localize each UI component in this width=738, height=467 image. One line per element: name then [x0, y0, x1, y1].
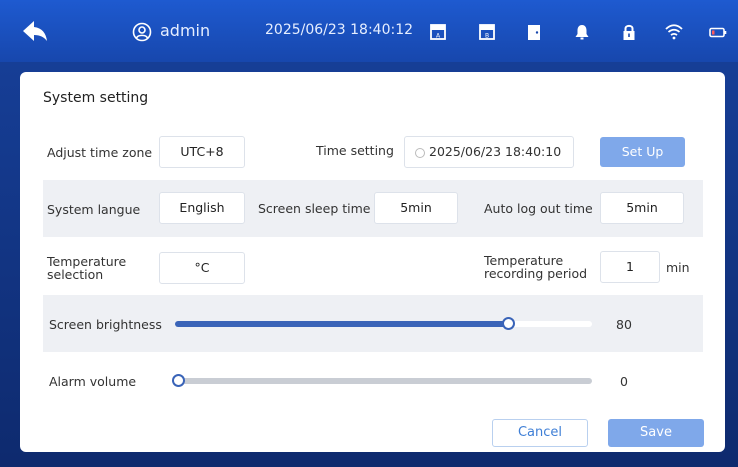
row-brightness: Screen brightness 80: [43, 295, 703, 352]
username: admin: [160, 21, 211, 40]
battery-icon: [709, 27, 727, 38]
logout-time-label: Auto log out time: [484, 201, 593, 216]
temp-period-label: Temperature recording period: [484, 254, 587, 280]
save-button[interactable]: Save: [608, 419, 704, 447]
time-setting-label: Time setting: [316, 143, 394, 158]
temp-period-input[interactable]: 1: [600, 251, 660, 283]
sleep-time-label: Screen sleep time: [258, 201, 371, 216]
system-setting-panel: System setting Adjust time zone UTC+8 Ti…: [20, 72, 725, 452]
bell-icon[interactable]: [572, 22, 592, 42]
cancel-button[interactable]: Cancel: [492, 419, 588, 447]
current-datetime: 2025/06/23 18:40:12: [265, 22, 414, 38]
back-arrow-icon[interactable]: [20, 18, 50, 44]
row-time: Adjust time zone UTC+8 Time setting 2025…: [43, 122, 703, 180]
alarm-volume-value: 0: [620, 374, 628, 389]
brightness-label: Screen brightness: [49, 317, 162, 332]
time-setting-value: 2025/06/23 18:40:10: [429, 144, 562, 159]
temp-period-label-line2: recording period: [484, 266, 588, 281]
clock-icon: [415, 147, 425, 158]
wifi-icon[interactable]: [664, 22, 684, 42]
logout-time-select[interactable]: 5min: [600, 192, 684, 224]
language-select[interactable]: English: [159, 192, 245, 224]
panel-title: System setting: [43, 90, 149, 106]
alarm-volume-slider-thumb[interactable]: [172, 374, 185, 387]
door-icon[interactable]: [524, 22, 544, 42]
language-label: System langue: [47, 202, 141, 217]
alarm-volume-label: Alarm volume: [49, 374, 137, 389]
set-up-button[interactable]: Set Up: [600, 137, 685, 167]
temp-unit-select[interactable]: °C: [159, 252, 245, 284]
row-volume: Alarm volume 0: [43, 352, 703, 410]
top-bar: admin 2025/06/23 18:40:12 A B: [0, 0, 738, 62]
brightness-value: 80: [616, 317, 632, 332]
time-setting-field[interactable]: 2025/06/23 18:40:10: [404, 136, 574, 168]
user-circle-icon: [132, 22, 152, 42]
row-temperature: Temperature selection °C Temperature recor…: [43, 237, 703, 295]
temp-unit-label-line2: selection: [47, 267, 104, 282]
sleep-time-select[interactable]: 5min: [374, 192, 458, 224]
svg-text:B: B: [485, 33, 489, 40]
alarm-volume-slider[interactable]: [175, 378, 592, 384]
timezone-select[interactable]: UTC+8: [159, 136, 245, 168]
timezone-label: Adjust time zone: [47, 145, 153, 160]
storage-a-icon[interactable]: A: [428, 22, 448, 42]
brightness-slider-fill: [175, 321, 509, 327]
lock-icon[interactable]: [619, 22, 639, 42]
row-system: System langue English Screen sleep time …: [43, 180, 703, 237]
brightness-slider-thumb[interactable]: [501, 317, 515, 330]
storage-b-icon[interactable]: B: [477, 22, 497, 42]
temp-period-unit: min: [666, 260, 690, 275]
temp-unit-label: Temperature selection: [47, 255, 126, 281]
